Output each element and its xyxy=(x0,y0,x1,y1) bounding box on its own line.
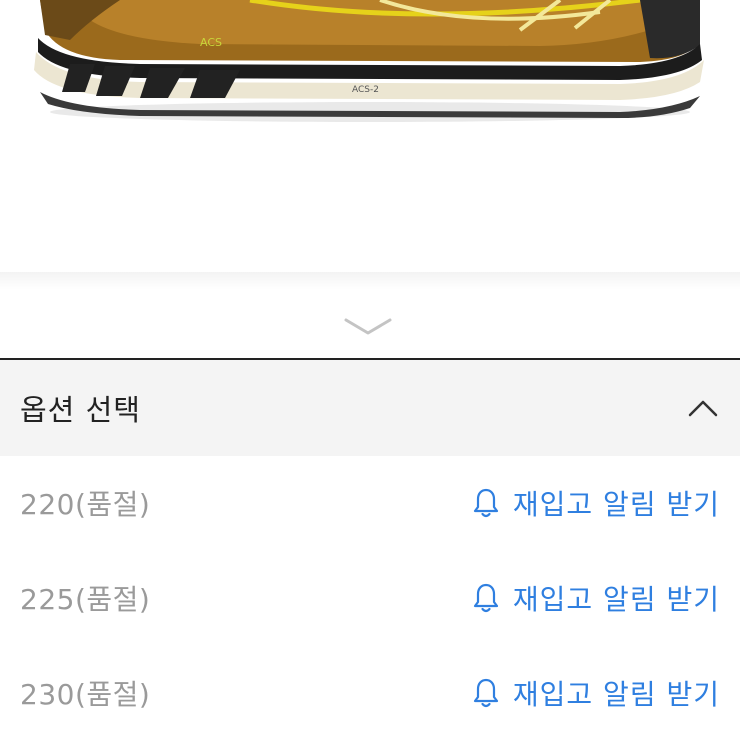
chevron-up-icon[interactable] xyxy=(686,397,720,419)
option-select-title: 옵션 선택 xyxy=(20,393,141,427)
option-size-label: 225(품절) xyxy=(20,583,151,616)
chevron-down-icon xyxy=(344,318,392,335)
image-divider xyxy=(0,272,740,290)
collapse-toggle-button[interactable] xyxy=(340,312,396,342)
option-size-label: 220(품절) xyxy=(20,488,151,521)
bell-icon xyxy=(473,488,498,518)
option-item: 225(품절) 재입고 알림 받기 xyxy=(0,551,740,646)
restock-alert-button[interactable]: 재입고 알림 받기 xyxy=(471,483,720,523)
bell-icon xyxy=(473,678,498,708)
shoe-illustration: ACS ACS-2 xyxy=(34,0,704,122)
midsole-label-text: ACS-2 xyxy=(352,85,379,95)
restock-alert-label: 재입고 알림 받기 xyxy=(512,488,720,521)
option-select-panel: 옵션 선택 220(품절) 재입고 알림 받기 225(품절) 재입고 알림 받… xyxy=(0,358,740,740)
option-select-header[interactable]: 옵션 선택 xyxy=(0,360,740,456)
bell-icon xyxy=(473,583,498,613)
sole-logo-text: ACS xyxy=(200,36,222,49)
product-image: ACS ACS-2 xyxy=(0,0,740,272)
restock-alert-button[interactable]: 재입고 알림 받기 xyxy=(471,673,720,713)
restock-alert-label: 재입고 알림 받기 xyxy=(512,583,720,616)
option-size-label: 230(품절) xyxy=(20,678,151,711)
option-item: 220(품절) 재입고 알림 받기 xyxy=(0,456,740,551)
restock-alert-label: 재입고 알림 받기 xyxy=(512,678,720,711)
restock-alert-button[interactable]: 재입고 알림 받기 xyxy=(471,578,720,618)
option-item: 230(품절) 재입고 알림 받기 xyxy=(0,646,740,740)
